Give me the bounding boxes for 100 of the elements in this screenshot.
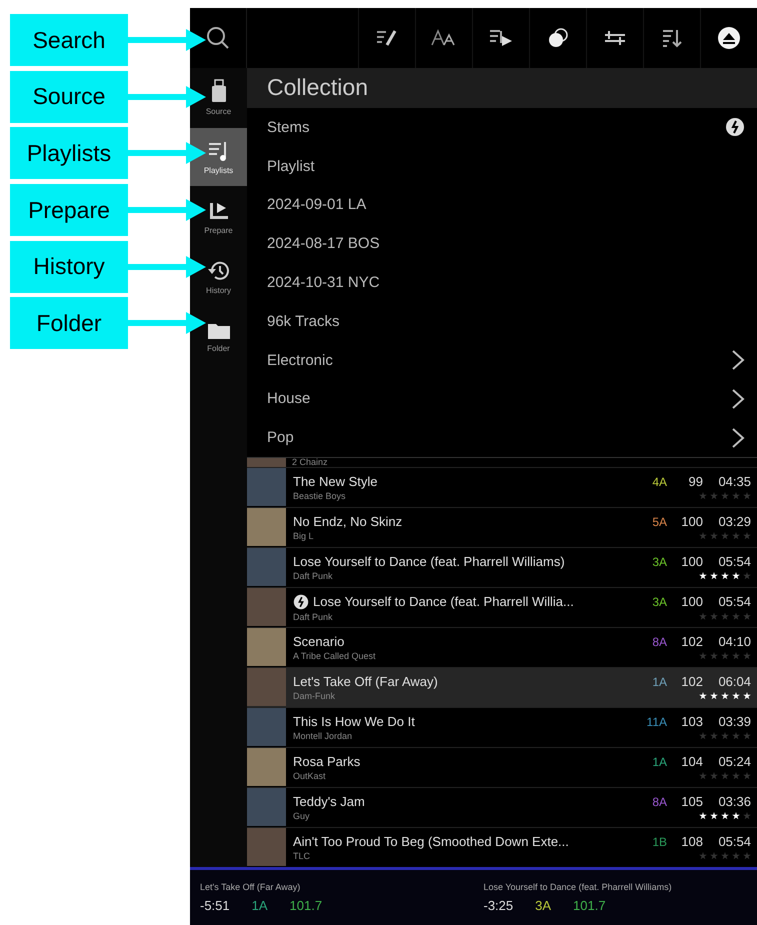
menu-item[interactable]: Electronic — [247, 340, 757, 380]
callout-label: Folder — [10, 297, 128, 350]
track-bpm: 108 — [680, 834, 703, 849]
callout-label: Playlists — [10, 127, 128, 180]
track-artist: Big L — [293, 531, 314, 541]
track-title: No Endz, No Skinz — [293, 514, 404, 529]
track-title: This Is How We Do It — [293, 714, 416, 729]
track-row[interactable]: Lose Yourself to Dance (feat. Pharrell Willia... 3A 100 05:54 Daft Punk — [247, 587, 757, 627]
album-art-placeholder — [247, 748, 286, 786]
menu-item[interactable]: Pop — [247, 418, 757, 457]
album-art-placeholder — [247, 628, 286, 666]
stems-icon — [725, 117, 745, 138]
track-row[interactable]: Let's Take Off (Far Away) 1A 102 06:04 Dam-Funk — [247, 667, 757, 707]
track-duration: 03:29 — [717, 514, 751, 529]
album-art-placeholder — [247, 588, 286, 626]
track-key: 1B — [637, 834, 667, 848]
folder-icon — [206, 322, 230, 340]
album-art-placeholder — [247, 828, 286, 866]
track-row[interactable]: The New Style 4A 99 04:35 Beastie Boys — [247, 467, 757, 507]
menu-item[interactable]: 2024-08-17 BOS — [247, 224, 757, 264]
track-key: 4A — [637, 474, 667, 488]
deck-key: 3A — [535, 898, 552, 913]
track-row[interactable]: Lose Yourself to Dance (feat. Pharrell Williams) 3A 100 05:54 Daft Punk — [247, 547, 757, 587]
track-key: 1A — [637, 674, 667, 688]
track-title: The New Style — [293, 474, 379, 489]
header-title: Collection — [267, 74, 368, 102]
track-row[interactable]: Scenario 8A 102 04:10 A Tribe Called Quest — [247, 627, 757, 667]
album-art-placeholder — [247, 548, 286, 586]
track-artist: OutKast — [293, 771, 326, 781]
callout-label: Search — [10, 14, 128, 66]
album-art-placeholder — [247, 708, 286, 746]
menu-item[interactable]: 96k Tracks — [247, 302, 757, 341]
deck-bpm: 101.7 — [290, 898, 322, 913]
track-key: 8A — [637, 634, 667, 648]
menu-item[interactable]: 2024-09-01 LA — [247, 185, 757, 224]
track-artist: A Tribe Called Quest — [293, 651, 376, 661]
track-bpm: 100 — [680, 554, 703, 569]
album-art-placeholder — [247, 668, 286, 706]
callout-label: Source — [10, 70, 128, 123]
track-bpm: 102 — [680, 674, 703, 689]
track-row[interactable]: Ain't Too Proud To Beg (Smoothed Down Exte... 1B 108 05:54 TLC — [247, 827, 757, 867]
usb-drive-icon — [210, 78, 226, 102]
stems-icon — [293, 594, 309, 610]
track-artist: Daft Punk — [293, 571, 333, 581]
track-title: Scenario — [293, 634, 346, 649]
track-key: 3A — [637, 554, 667, 568]
deck-track-title: Lose Yourself to Dance (feat. Pharrell Williams) — [484, 882, 673, 892]
track-title: Let's Take Off (Far Away) — [293, 674, 439, 689]
history-icon — [206, 260, 230, 282]
menu-item[interactable]: House — [247, 379, 757, 418]
track-artist: Guy — [293, 811, 310, 821]
menu-item[interactable]: Playlist — [247, 146, 757, 186]
track-row[interactable]: No Endz, No Skinz 5A 100 03:29 Big L — [247, 507, 757, 547]
deck-remaining-time: -3:25 — [484, 898, 514, 913]
track-key: 5A — [637, 514, 667, 528]
track-duration: 03:39 — [717, 714, 751, 729]
deck-bpm: 101.7 — [573, 898, 606, 913]
track-bpm: 104 — [680, 754, 703, 769]
menu-item[interactable]: 2024-10-31 NYC — [247, 263, 757, 302]
sidebar-item[interactable]: History — [190, 248, 247, 306]
track-key: 11A — [637, 714, 667, 728]
menu-item[interactable]: Stems — [247, 108, 757, 147]
album-art-placeholder — [247, 788, 286, 826]
track-row[interactable]: Rosa Parks 1A 104 05:24 OutKast — [247, 747, 757, 787]
sidebar-item[interactable]: Playlists — [190, 128, 247, 186]
track-duration: 05:54 — [717, 554, 751, 569]
callout-label: History — [10, 240, 128, 293]
track-duration: 03:36 — [717, 794, 751, 809]
track-duration: 05:24 — [717, 754, 751, 769]
chevron-right-icon — [731, 349, 745, 371]
track-title: Lose Yourself to Dance (feat. Pharrell Willia... — [313, 594, 575, 609]
track-artist: TLC — [293, 851, 310, 861]
track-artist: Daft Punk — [293, 612, 333, 622]
album-art-placeholder — [247, 508, 286, 546]
track-artist: Montell Jordan — [293, 731, 352, 741]
track-row[interactable]: This Is How We Do It 11A 103 03:39 Montell Jordan — [247, 707, 757, 747]
chevron-right-icon — [731, 426, 745, 449]
track-artist: Dam-Funk — [293, 691, 336, 701]
track-duration: 05:54 — [717, 594, 751, 609]
track-row[interactable]: Teddy's Jam 8A 105 03:36 Guy — [247, 787, 757, 827]
track-bpm: 99 — [688, 474, 703, 489]
track-bpm: 100 — [680, 514, 703, 529]
track-title: Lose Yourself to Dance (feat. Pharrell Williams) — [293, 554, 566, 569]
track-duration: 04:35 — [717, 474, 751, 489]
track-artist: 2 Chainz — [292, 458, 328, 467]
chevron-right-icon — [731, 388, 745, 410]
track-bpm: 102 — [680, 634, 703, 649]
track-key: 3A — [637, 594, 667, 608]
deck-key: 1A — [252, 898, 268, 913]
track-key: 8A — [637, 794, 667, 808]
track-artist: Beastie Boys — [293, 491, 346, 501]
sidebar-item[interactable]: Prepare — [190, 188, 247, 246]
track-bpm: 103 — [680, 714, 703, 729]
sidebar-item[interactable]: Folder — [190, 308, 247, 366]
track-bpm: 105 — [680, 794, 703, 809]
track-key: 1A — [637, 754, 667, 768]
deck-remaining-time: -5:51 — [200, 898, 230, 913]
track-bpm: 100 — [680, 594, 703, 609]
sidebar-item[interactable]: Source — [190, 68, 247, 126]
track-duration: 06:04 — [717, 674, 751, 689]
